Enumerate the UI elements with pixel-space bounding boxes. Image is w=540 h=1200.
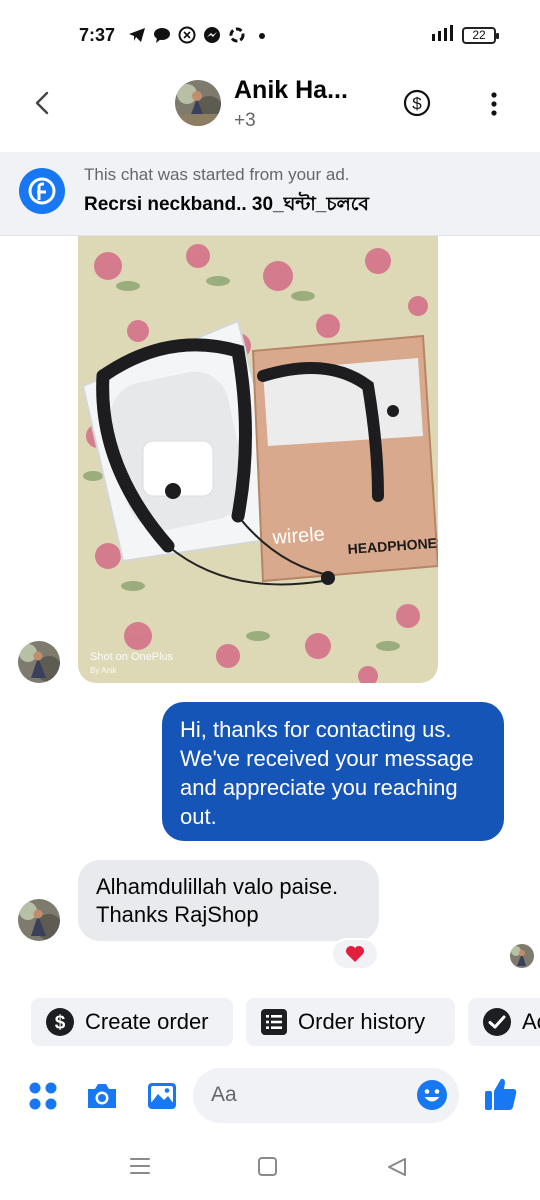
check-circle-icon — [483, 1008, 511, 1036]
four-dots-icon — [29, 1082, 57, 1110]
chevron-left-icon — [35, 91, 49, 115]
ad-context-banner[interactable]: This chat was started from your ad. Recr… — [0, 152, 540, 236]
system-navigation-bar — [0, 1140, 540, 1200]
messenger-icon — [203, 26, 221, 44]
svg-text:$: $ — [55, 1013, 66, 1034]
message-composer: Aa — [0, 1068, 540, 1124]
ad-title: Recrsi neckband.. 30_ঘন্টা_চলবে — [84, 194, 369, 215]
camera-button[interactable] — [86, 1080, 118, 1112]
create-order-label: Create order — [85, 1009, 209, 1034]
sync-icon — [228, 26, 246, 44]
chat-bubble-icon — [153, 26, 171, 44]
message-reaction[interactable] — [331, 938, 379, 970]
order-history-label: Order history — [298, 1009, 426, 1034]
status-bar: 7:37 22 — [0, 0, 540, 70]
payment-button[interactable]: $ — [403, 89, 431, 117]
back-nav-button[interactable] — [388, 1158, 406, 1176]
quick-actions-bar: $ Create order Order history Ac — [0, 998, 540, 1048]
quick-action-button[interactable]: Ac — [468, 998, 540, 1046]
notification-icons — [128, 26, 271, 44]
home-button[interactable] — [258, 1157, 277, 1176]
emoji-button[interactable] — [416, 1079, 448, 1111]
whatsapp-icon — [178, 26, 196, 44]
status-time: 7:37 — [79, 25, 116, 45]
svg-text:$: $ — [412, 94, 422, 113]
seen-receipt-avatar — [510, 944, 534, 968]
system-status: 22 — [430, 24, 499, 47]
smiley-icon — [417, 1080, 447, 1110]
thumbs-up-icon — [485, 1078, 517, 1110]
sender-avatar — [18, 641, 60, 683]
battery-indicator: 22 — [462, 27, 499, 44]
facebook-icon — [19, 168, 65, 214]
contact-subtitle: +3 — [234, 110, 256, 131]
contact-name[interactable]: Anik Ha... — [234, 76, 348, 105]
list-icon — [261, 1009, 287, 1035]
photo-watermark: Shot on OnePlus — [90, 651, 174, 663]
conversation-header: Anik Ha... +3 $ — [0, 70, 540, 150]
dot-icon — [253, 26, 271, 44]
signal-icon — [430, 24, 456, 47]
message-input[interactable]: Aa — [193, 1068, 459, 1123]
contact-avatar[interactable] — [175, 80, 221, 126]
photo-watermark-author: By Anik — [90, 666, 118, 675]
create-order-button[interactable]: $ Create order — [31, 998, 233, 1046]
photo-message[interactable]: wirele HEADPHONES Shot on OnePlus By Ani… — [78, 236, 438, 683]
ad-notice-text: This chat was started from your ad. — [84, 165, 350, 184]
order-history-button[interactable]: Order history — [246, 998, 455, 1046]
recent-apps-button[interactable] — [128, 1150, 168, 1190]
sender-avatar — [18, 899, 60, 941]
dollar-icon: $ — [46, 1008, 74, 1036]
camera-icon — [88, 1084, 116, 1108]
neckband-product-photo: wirele HEADPHONES Shot on OnePlus By Ani… — [78, 236, 438, 683]
like-button[interactable] — [484, 1076, 518, 1112]
svg-text:wirele: wirele — [271, 523, 326, 549]
heart-icon — [346, 946, 364, 962]
dollar-circle-icon: $ — [403, 89, 431, 117]
menu-grid-button[interactable] — [27, 1080, 59, 1112]
message-bubble-incoming[interactable]: Alhamdulillah valo paise. Thanks RajShop — [78, 860, 379, 941]
more-options-button[interactable] — [486, 90, 502, 118]
quick-action-label: Ac — [522, 1009, 540, 1034]
image-icon — [148, 1083, 176, 1109]
gallery-button[interactable] — [146, 1080, 178, 1112]
more-vertical-icon — [491, 92, 497, 116]
back-button[interactable] — [28, 88, 58, 118]
telegram-icon — [128, 26, 146, 44]
message-input-placeholder: Aa — [211, 1083, 237, 1106]
message-bubble-outgoing[interactable]: Hi, thanks for contacting us. We've rece… — [162, 702, 504, 841]
